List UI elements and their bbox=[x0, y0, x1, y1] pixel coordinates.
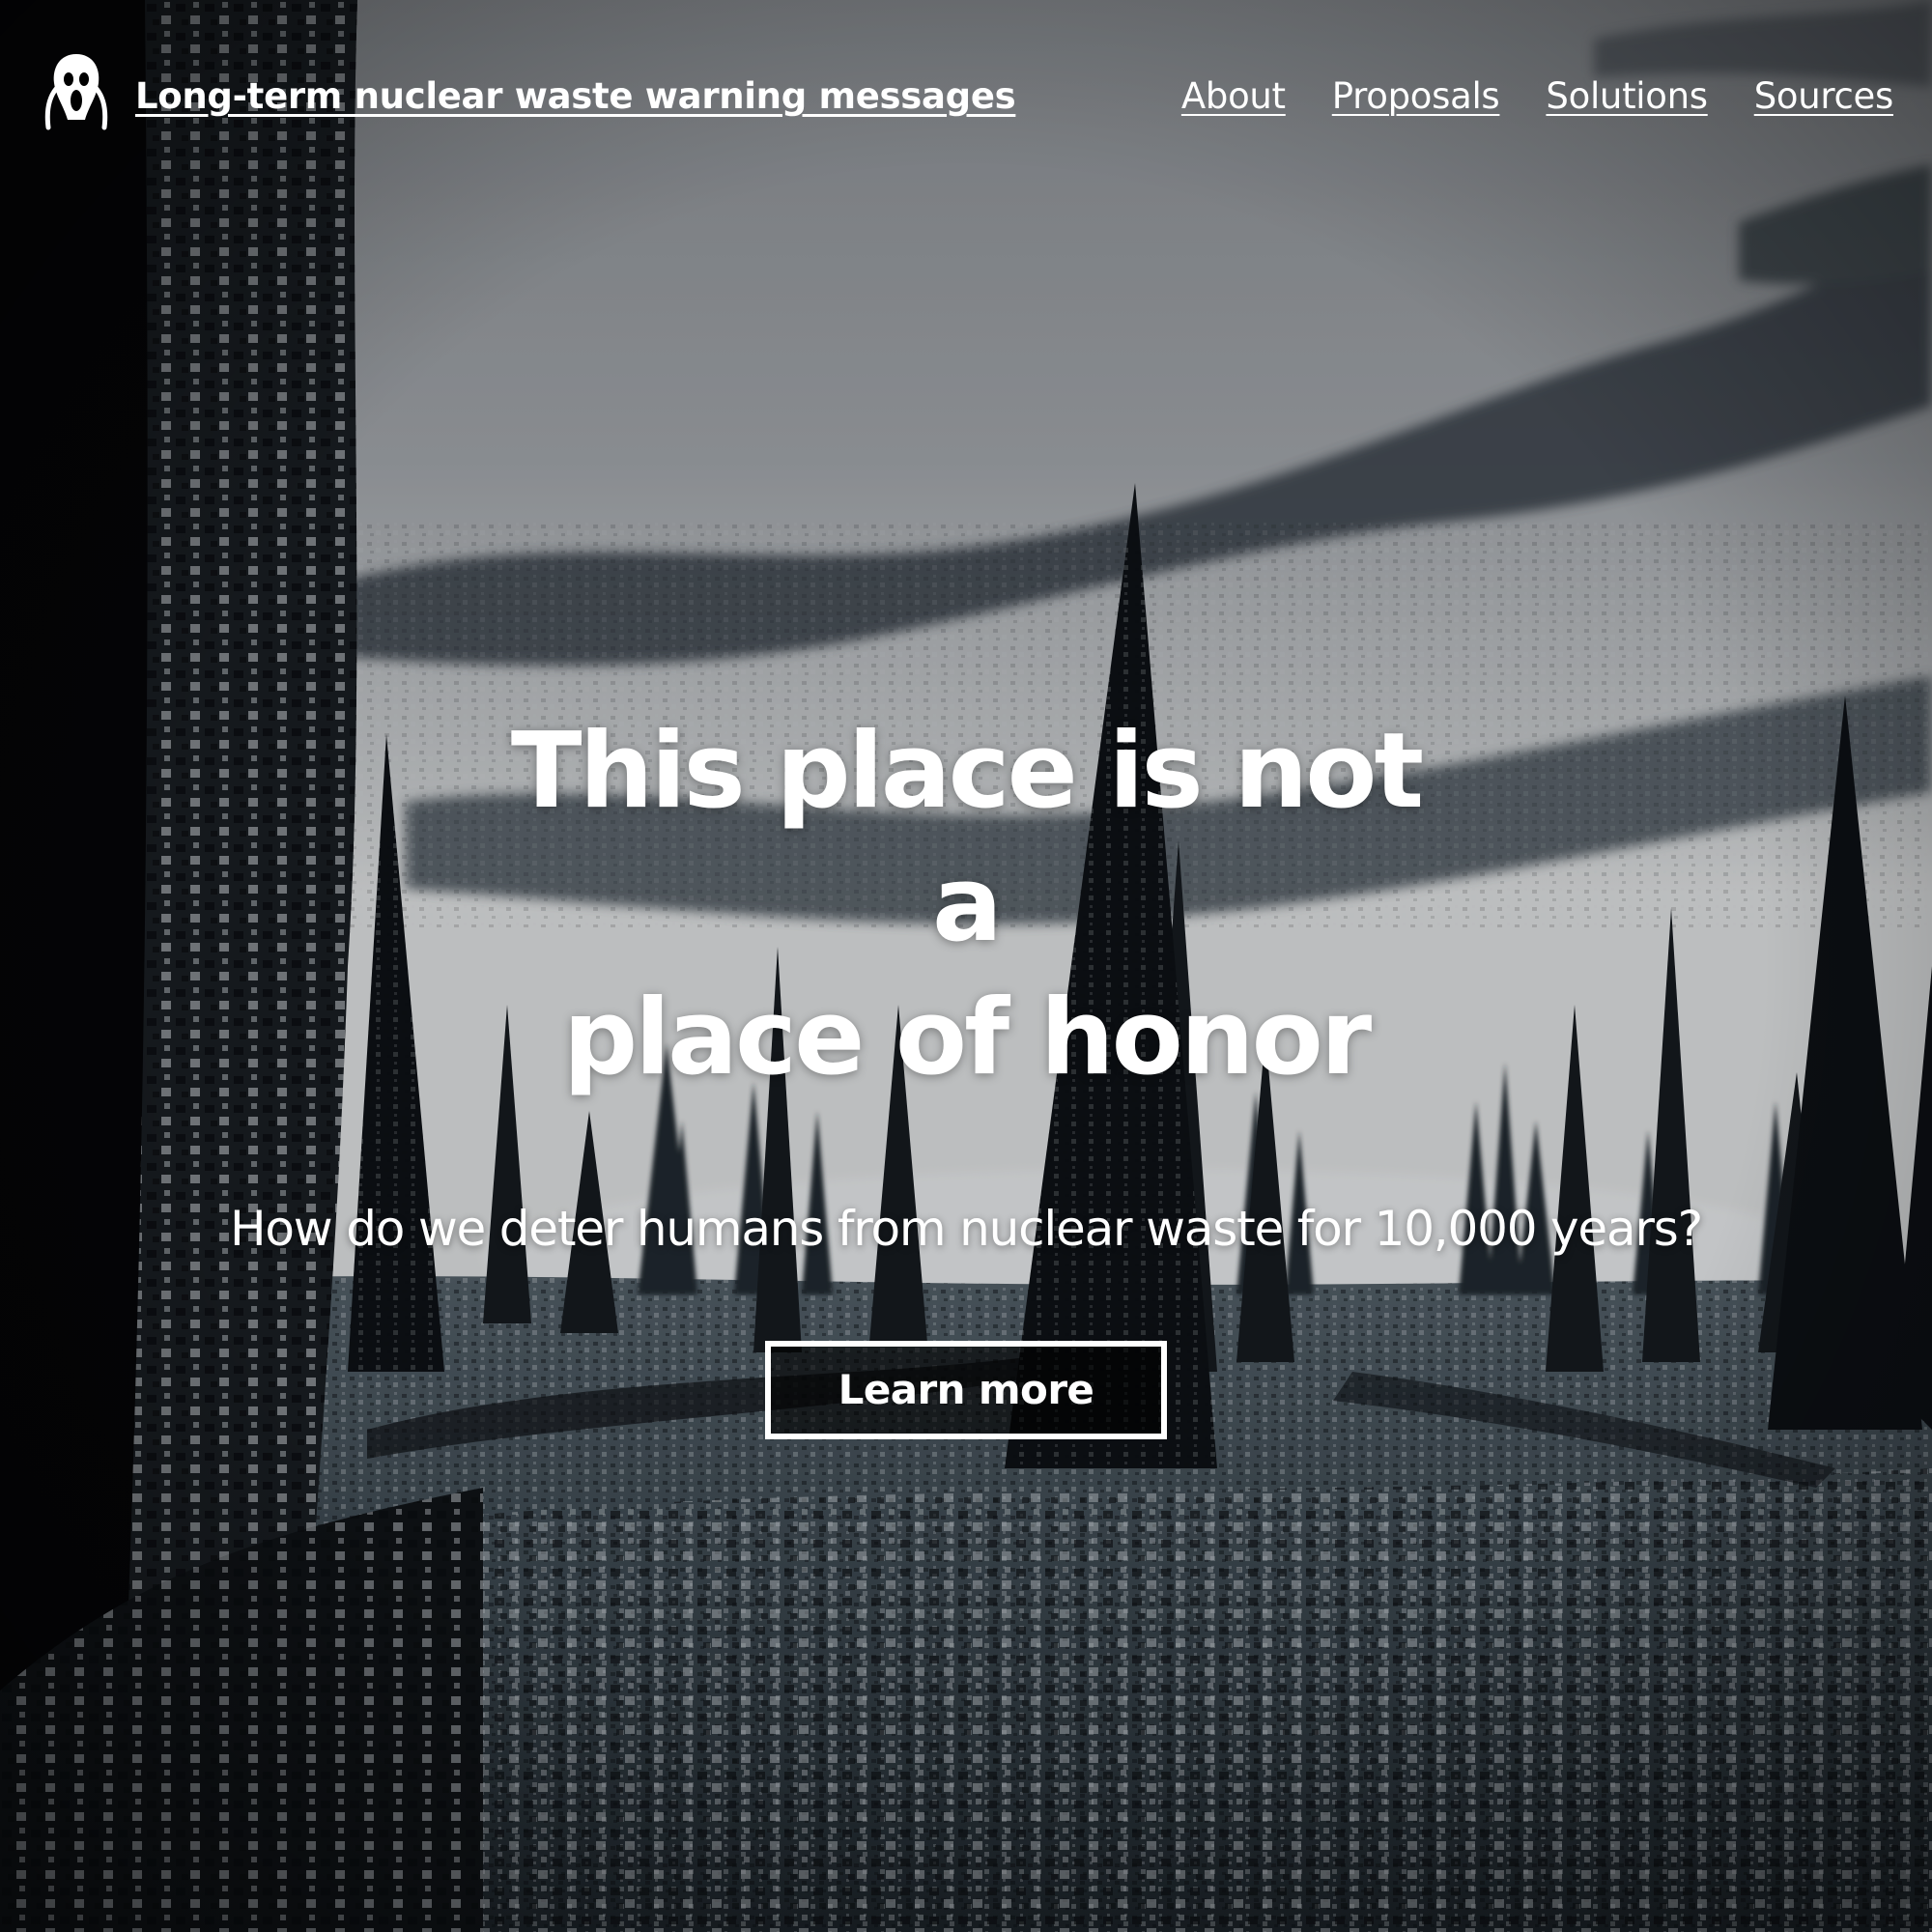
nav-sources-link[interactable]: Sources bbox=[1754, 75, 1894, 117]
nav-proposals-link[interactable]: Proposals bbox=[1332, 75, 1500, 117]
hero-headline-line2: place of honor bbox=[562, 978, 1372, 1098]
hero-headline-line1: This place is not a bbox=[510, 711, 1424, 965]
site-header: Long-term nuclear waste warning messages… bbox=[0, 0, 1932, 203]
site-title-link[interactable]: Long-term nuclear waste warning messages bbox=[135, 75, 1016, 117]
hero-subtitle: How do we deter humans from nuclear wast… bbox=[230, 1201, 1703, 1257]
main-nav: About Proposals Solutions Sources bbox=[1181, 75, 1893, 117]
learn-more-button[interactable]: Learn more bbox=[765, 1341, 1167, 1439]
nav-solutions-link[interactable]: Solutions bbox=[1546, 75, 1708, 117]
screaming-face-icon[interactable] bbox=[43, 50, 110, 131]
hero-section: This place is not a place of honor How d… bbox=[0, 705, 1932, 1439]
nav-about-link[interactable]: About bbox=[1181, 75, 1286, 117]
hero-headline: This place is not a place of honor bbox=[483, 705, 1449, 1105]
